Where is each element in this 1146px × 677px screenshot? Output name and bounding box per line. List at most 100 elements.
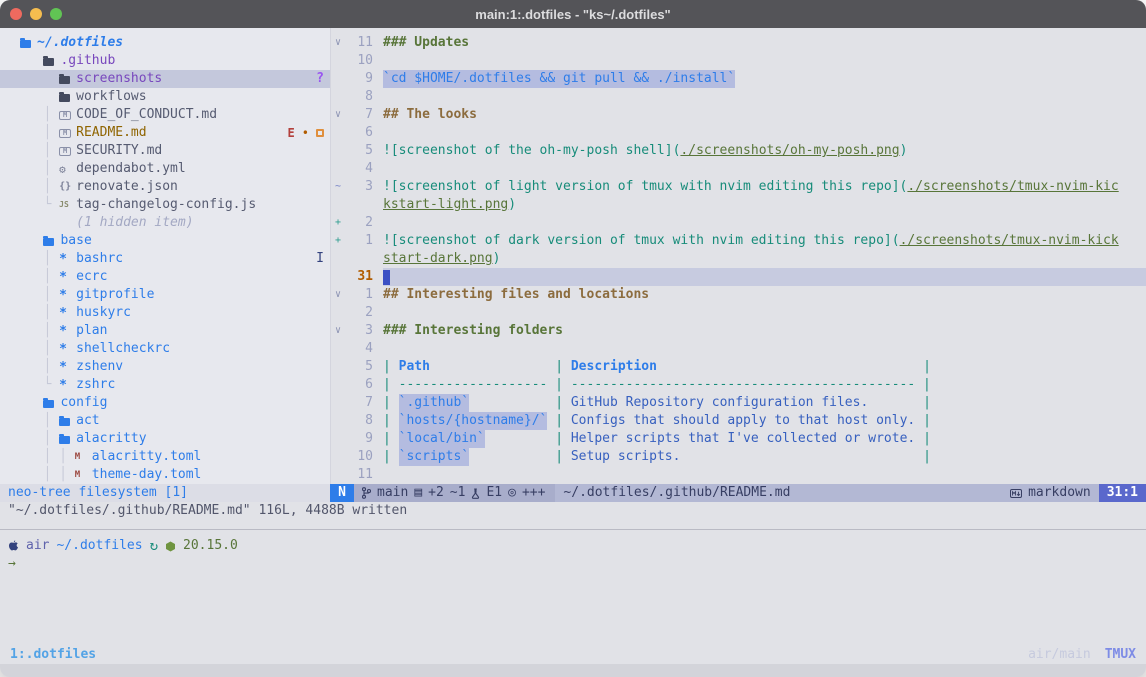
file-icon: * — [59, 253, 76, 266]
tree-item[interactable]: │ *huskyrc — [0, 304, 330, 322]
tree-item[interactable]: (1 hidden item) — [0, 214, 330, 232]
folder-icon — [43, 57, 60, 66]
file-icon: * — [59, 307, 76, 320]
tree-item-label: screenshots — [76, 70, 162, 88]
editor-line[interactable]: 5![screenshot of the oh-my-posh shell](.… — [331, 142, 1146, 160]
editor-line[interactable]: 6 — [331, 124, 1146, 142]
tree-indent-guide: │ — [20, 268, 59, 286]
editor-buffer[interactable]: ∨11### Updates109`cd $HOME/.dotfiles && … — [330, 28, 1146, 484]
editor-line[interactable]: +1![screenshot of dark version of tmux w… — [331, 232, 1146, 250]
diff-changed: ~1 — [450, 484, 466, 502]
editor-line[interactable]: start-dark.png) — [331, 250, 1146, 268]
line-number: 3 — [345, 322, 373, 340]
tree-item[interactable]: │ MSECURITY.md — [0, 142, 330, 160]
editor-line[interactable]: ∨7## The looks — [331, 106, 1146, 124]
tree-item[interactable]: workflows — [0, 88, 330, 106]
tree-item[interactable]: │ *gitprofile — [0, 286, 330, 304]
line-text: ### Updates — [383, 34, 1146, 52]
tree-item[interactable]: screenshots? — [0, 70, 330, 88]
editor-line[interactable]: 11 — [331, 466, 1146, 484]
tree-item[interactable]: │ *ecrc — [0, 268, 330, 286]
tmux-pane-divider[interactable] — [0, 529, 1146, 530]
tree-item[interactable]: │ {}renovate.json — [0, 178, 330, 196]
tree-item[interactable]: │ │ Mtheme-day.toml — [0, 466, 330, 484]
tree-item[interactable]: │ ⚙dependabot.yml — [0, 160, 330, 178]
tree-item-label: .github — [60, 52, 115, 70]
text-segment: kstart-light.png — [383, 196, 508, 214]
line-text: ![screenshot of light version of tmux wi… — [383, 178, 1146, 196]
line-text: start-dark.png) — [383, 250, 1146, 268]
editor-line[interactable]: 2 — [331, 304, 1146, 322]
fold-icon[interactable]: ∨ — [331, 286, 345, 304]
editor-line[interactable]: +2 — [331, 214, 1146, 232]
editor-line[interactable]: 10| `scripts` | Setup scripts. | — [331, 448, 1146, 466]
text-segment: | — [923, 358, 931, 376]
editor-line[interactable]: 9`cd $HOME/.dotfiles && git pull && ./in… — [331, 70, 1146, 88]
editor-line[interactable]: kstart-light.png) — [331, 196, 1146, 214]
text-segment — [430, 358, 555, 376]
tree-indent-guide: │ — [20, 340, 59, 358]
tree-item-badges: I — [316, 250, 324, 268]
line-text: ## The looks — [383, 106, 1146, 124]
tree-item-label: base — [60, 232, 91, 250]
tree-item-label: zshenv — [76, 358, 123, 376]
tree-item[interactable]: base — [0, 232, 330, 250]
tree-item[interactable]: └ JStag-changelog-config.js — [0, 196, 330, 214]
diff-added: +2 — [428, 484, 444, 502]
command-line-message: "~/.dotfiles/.github/README.md" 116L, 44… — [0, 502, 1146, 520]
editor-line[interactable]: ∨3### Interesting folders — [331, 322, 1146, 340]
tree-item[interactable]: │ act — [0, 412, 330, 430]
fold-icon[interactable]: ∨ — [331, 322, 345, 340]
neo-tree-sidebar[interactable]: ~/.dotfiles .github screenshots? workflo… — [0, 28, 330, 484]
text-segment: ./screenshots/oh-my-posh.png — [680, 142, 899, 160]
tree-indent-guide: │ — [20, 178, 59, 196]
tree-item[interactable]: │ alacritty — [0, 430, 330, 448]
lsp-icon: ◎ — [508, 484, 516, 502]
editor-line[interactable]: 5| Path | Description | — [331, 358, 1146, 376]
tree-item[interactable]: │ *zshenv — [0, 358, 330, 376]
tree-item[interactable]: │ MCODE_OF_CONDUCT.md — [0, 106, 330, 124]
tree-item-label: alacritty — [76, 430, 146, 448]
tree-indent-guide — [20, 52, 43, 70]
editor-line[interactable]: ∨1## Interesting files and locations — [331, 286, 1146, 304]
tree-item[interactable]: config — [0, 394, 330, 412]
tmux-window-1[interactable]: 1:.dotfiles — [10, 646, 96, 664]
folder-icon — [59, 93, 76, 102]
line-number: 11 — [345, 466, 373, 484]
tree-item[interactable]: │ *shellcheckrc — [0, 340, 330, 358]
statusline-git-segment: main ▤ +2 ~1 E1 ◎ +++ — [354, 484, 555, 502]
editor-line[interactable]: 8 — [331, 88, 1146, 106]
editor-line[interactable]: 8| `hosts/{hostname}/` | Configs that sh… — [331, 412, 1146, 430]
fold-icon[interactable]: ∨ — [331, 106, 345, 124]
tree-item[interactable]: │ *plan — [0, 322, 330, 340]
text-segment: ## The looks — [383, 106, 477, 124]
text-segment: | — [383, 412, 399, 430]
tree-indent-guide: │ — [20, 304, 59, 322]
tree-item-label: CODE_OF_CONDUCT.md — [76, 106, 217, 124]
editor-line[interactable]: 7| `.github` | GitHub Repository configu… — [331, 394, 1146, 412]
editor-line[interactable]: 31 — [331, 268, 1146, 286]
tree-item[interactable]: ~/.dotfiles — [0, 34, 330, 52]
shell-pane[interactable]: air ~/.dotfiles ↻ 20.15.0 → 1:.dotfiles … — [0, 520, 1146, 677]
lsp-status: +++ — [522, 484, 545, 502]
tree-item[interactable]: │ *bashrcI — [0, 250, 330, 268]
file-icon: * — [59, 325, 76, 338]
editor-line[interactable]: 9| `local/bin` | Helper scripts that I'v… — [331, 430, 1146, 448]
tree-item[interactable]: │ MREADME.mdE• — [0, 124, 330, 142]
editor-line[interactable]: ~3![screenshot of light version of tmux … — [331, 178, 1146, 196]
tree-item[interactable]: │ │ Malacritty.toml — [0, 448, 330, 466]
tree-item[interactable]: .github — [0, 52, 330, 70]
statusline-filetype: markdown — [1002, 484, 1099, 502]
editor-line[interactable]: 4 — [331, 340, 1146, 358]
editor-line[interactable]: ∨11### Updates — [331, 34, 1146, 52]
file-icon: ⚙ — [59, 164, 76, 175]
fold-icon[interactable]: ∨ — [331, 34, 345, 52]
editor-line[interactable]: 4 — [331, 160, 1146, 178]
tree-item[interactable]: └ *zshrc — [0, 376, 330, 394]
text-segment: ./screenshots/tmux-nvim-kick — [900, 232, 1119, 250]
editor-line[interactable]: 6| ------------------- | ---------------… — [331, 376, 1146, 394]
tree-item-label: plan — [76, 322, 107, 340]
tree-item-label: ecrc — [76, 268, 107, 286]
editor-line[interactable]: 10 — [331, 52, 1146, 70]
status-badge: • — [302, 124, 309, 142]
